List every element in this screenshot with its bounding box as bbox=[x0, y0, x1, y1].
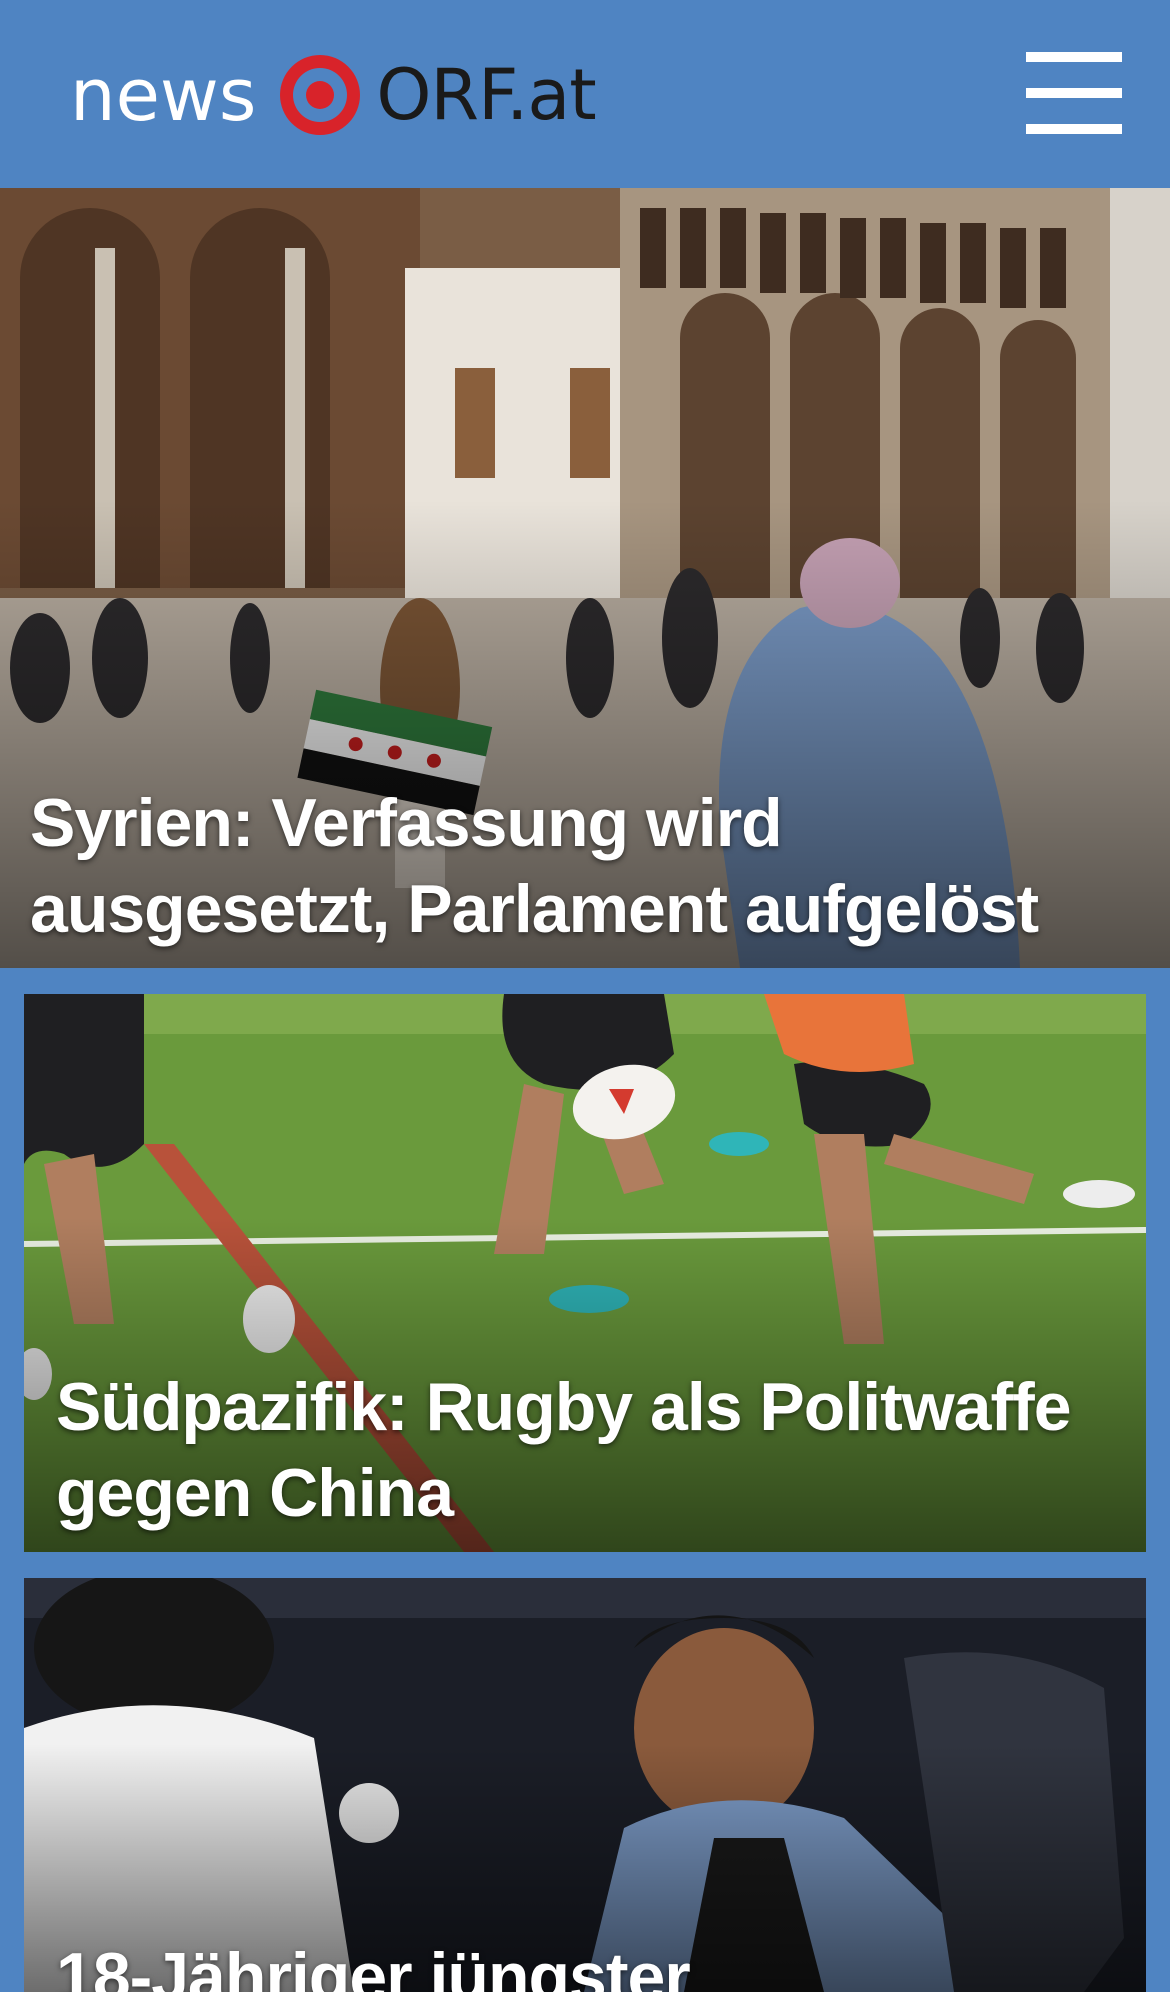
story-headline[interactable]: Syrien: Verfassung wird ausgesetzt, Parl… bbox=[30, 780, 1150, 952]
story-card-chess[interactable]: 18-Jähriger jüngster bbox=[24, 1578, 1146, 1992]
story-headline[interactable]: Südpazifik: Rugby als Politwaffe gegen C… bbox=[56, 1364, 1136, 1536]
menu-bar-top bbox=[1026, 52, 1122, 62]
logo-news-text: news bbox=[70, 53, 257, 137]
logo-brand-text: ORF.at bbox=[376, 54, 596, 136]
menu-bar-bottom bbox=[1026, 124, 1122, 134]
hamburger-menu-icon[interactable] bbox=[1026, 52, 1122, 134]
story-card-rugby[interactable]: Südpazifik: Rugby als Politwaffe gegen C… bbox=[24, 994, 1146, 1552]
site-logo[interactable]: news ORF.at bbox=[70, 50, 597, 140]
site-header: news ORF.at bbox=[0, 0, 1170, 188]
story-headline[interactable]: 18-Jähriger jüngster bbox=[56, 1934, 1136, 1992]
orf-target-icon bbox=[280, 55, 361, 135]
story-card-syria[interactable]: Syrien: Verfassung wird ausgesetzt, Parl… bbox=[0, 188, 1170, 968]
menu-bar-middle bbox=[1026, 88, 1122, 98]
